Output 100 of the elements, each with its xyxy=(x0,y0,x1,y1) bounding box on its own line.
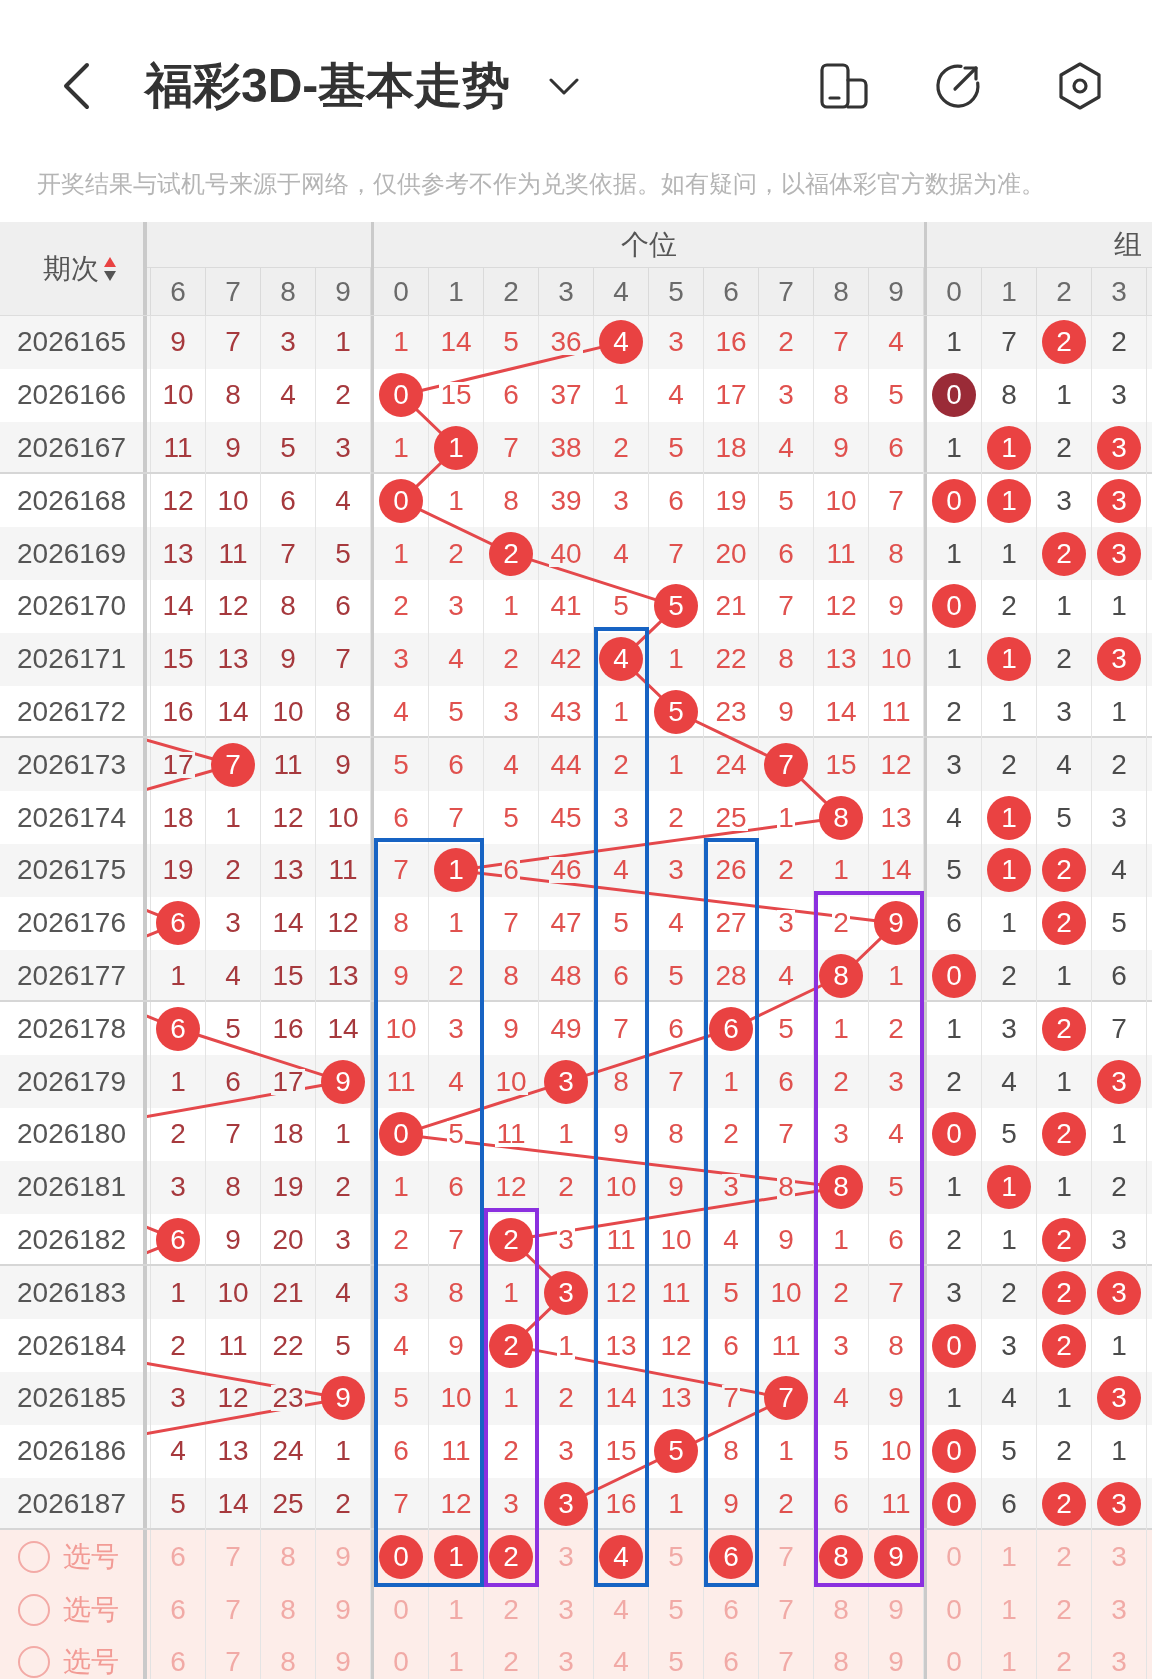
settings-icon xyxy=(1058,62,1102,110)
pick-number[interactable]: 3 xyxy=(557,1596,575,1623)
pick-number[interactable]: 6 xyxy=(169,1596,187,1623)
miss-count: 46 xyxy=(549,857,583,884)
pick-number[interactable]: 4 xyxy=(612,1596,630,1623)
pick-option[interactable]: 选号 xyxy=(18,1593,119,1626)
pick-number[interactable]: 8 xyxy=(832,1649,850,1676)
issue-number: 2026179 xyxy=(17,1065,126,1098)
issue-number: 2026174 xyxy=(17,801,126,834)
issue-number: 2026183 xyxy=(17,1276,126,1309)
pick-number[interactable]: 4 xyxy=(612,1649,630,1676)
pick-number[interactable]: 1 xyxy=(1000,1649,1018,1676)
pick-number[interactable]: 5 xyxy=(667,1649,685,1676)
miss-count: 17 xyxy=(271,1068,305,1095)
chevron-down-icon xyxy=(549,77,580,95)
pick-number[interactable]: 8 xyxy=(832,1596,850,1623)
pick-number[interactable]: 3 xyxy=(557,1649,575,1676)
column-heading: 2 xyxy=(503,275,519,308)
pick-number[interactable]: 0 xyxy=(392,1649,410,1676)
issue-number: 2026175 xyxy=(17,854,126,887)
pick-number[interactable]: 2 xyxy=(502,1596,520,1623)
issue-number: 2026176 xyxy=(17,907,126,940)
column-heading: 3 xyxy=(558,275,574,308)
issue-number: 2026177 xyxy=(17,959,126,992)
pick-number[interactable]: 2 xyxy=(1055,1649,1073,1676)
pick-number[interactable]: 9 xyxy=(334,1649,352,1676)
pick-number[interactable]: 1 xyxy=(1000,1543,1018,1570)
pick-number[interactable]: 7 xyxy=(224,1543,242,1570)
column-heading: 7 xyxy=(225,275,241,308)
pick-number[interactable]: 9 xyxy=(887,1649,905,1676)
issue-number: 2026181 xyxy=(17,1171,126,1204)
column-heading: 0 xyxy=(946,275,962,308)
back-icon xyxy=(61,62,91,110)
issue-number: 2026167 xyxy=(17,432,126,464)
pick-number[interactable]: 8 xyxy=(279,1543,297,1570)
issue-number: 2026169 xyxy=(17,537,126,570)
miss-count: 23 xyxy=(271,1385,305,1412)
miss-count: 17 xyxy=(161,751,195,778)
pick-number[interactable]: 7 xyxy=(224,1649,242,1676)
pick-number[interactable]: 0 xyxy=(945,1543,963,1570)
pick-number[interactable]: 5 xyxy=(667,1543,685,1570)
pick-number[interactable]: 3 xyxy=(1110,1649,1128,1676)
pick-number[interactable]: 0 xyxy=(392,1596,410,1623)
pick-number[interactable]: 3 xyxy=(1110,1596,1128,1623)
issue-number: 2026187 xyxy=(17,1487,126,1520)
issue-number: 2026185 xyxy=(17,1382,126,1415)
miss-count: 36 xyxy=(549,329,583,356)
column-heading: 1 xyxy=(448,275,464,308)
column-heading: 7 xyxy=(778,275,794,308)
pick-number[interactable]: 6 xyxy=(169,1649,187,1676)
pick-number[interactable]: 0 xyxy=(945,1596,963,1623)
issue-number: 2026182 xyxy=(17,1223,126,1256)
pick-number[interactable]: 1 xyxy=(447,1596,465,1623)
pick-number[interactable]: 7 xyxy=(777,1543,795,1570)
sort-button[interactable]: 期次 xyxy=(43,252,117,285)
miss-count: 11 xyxy=(495,1121,527,1148)
miss-count: 8 xyxy=(777,1174,795,1201)
pick-option[interactable]: 选号 xyxy=(18,1540,119,1573)
column-heading: 8 xyxy=(280,275,296,308)
issue-number: 2026166 xyxy=(17,379,126,412)
page-title: 福彩3D-基本走势 xyxy=(145,58,511,114)
issue-number: 2026168 xyxy=(17,484,126,517)
column-heading: 2 xyxy=(1056,275,1072,308)
column-heading: 9 xyxy=(888,275,904,308)
pick-number[interactable]: 8 xyxy=(279,1649,297,1676)
pick-option[interactable]: 选号 xyxy=(18,1646,119,1679)
pick-number[interactable]: 3 xyxy=(557,1543,575,1570)
pick-number[interactable]: 9 xyxy=(887,1596,905,1623)
pick-number[interactable]: 7 xyxy=(224,1596,242,1623)
pick-number[interactable]: 7 xyxy=(777,1649,795,1676)
pick-number[interactable]: 9 xyxy=(334,1543,352,1570)
pick-number[interactable]: 1 xyxy=(447,1649,465,1676)
pick-number[interactable]: 0 xyxy=(945,1649,963,1676)
issue-number: 2026178 xyxy=(17,1012,126,1045)
section-title: 组 xyxy=(1114,228,1142,261)
device-icon xyxy=(820,63,868,109)
pick-number[interactable]: 2 xyxy=(1055,1543,1073,1570)
pick-number[interactable]: 3 xyxy=(1110,1543,1128,1570)
section-title: 个位 xyxy=(621,228,677,261)
pick-number[interactable]: 6 xyxy=(169,1543,187,1570)
pick-number[interactable]: 6 xyxy=(722,1649,740,1676)
column-heading: 6 xyxy=(723,275,739,308)
issue-number: 2026184 xyxy=(17,1329,126,1362)
issue-number: 2026170 xyxy=(17,590,126,623)
pick-number[interactable]: 6 xyxy=(722,1596,740,1623)
issue-number: 2026180 xyxy=(17,1118,126,1151)
pick-number[interactable]: 2 xyxy=(1055,1596,1073,1623)
issue-number: 2026173 xyxy=(17,748,126,781)
pick-number[interactable]: 9 xyxy=(334,1596,352,1623)
disclaimer-text: 开奖结果与试机号来源于网络，仅供参考不作为兑奖依据。如有疑问，以福体彩官方数据为准。 xyxy=(37,169,1045,199)
issue-number: 2026171 xyxy=(17,643,126,676)
pick-number[interactable]: 7 xyxy=(777,1596,795,1623)
column-heading: 9 xyxy=(335,275,351,308)
pick-number[interactable]: 5 xyxy=(667,1596,685,1623)
pick-number[interactable]: 1 xyxy=(1000,1596,1018,1623)
column-heading: 8 xyxy=(833,275,849,308)
pick-number[interactable]: 2 xyxy=(502,1649,520,1676)
pick-number[interactable]: 8 xyxy=(279,1596,297,1623)
issue-number: 2026172 xyxy=(17,695,126,728)
column-heading: 1 xyxy=(1001,275,1017,308)
